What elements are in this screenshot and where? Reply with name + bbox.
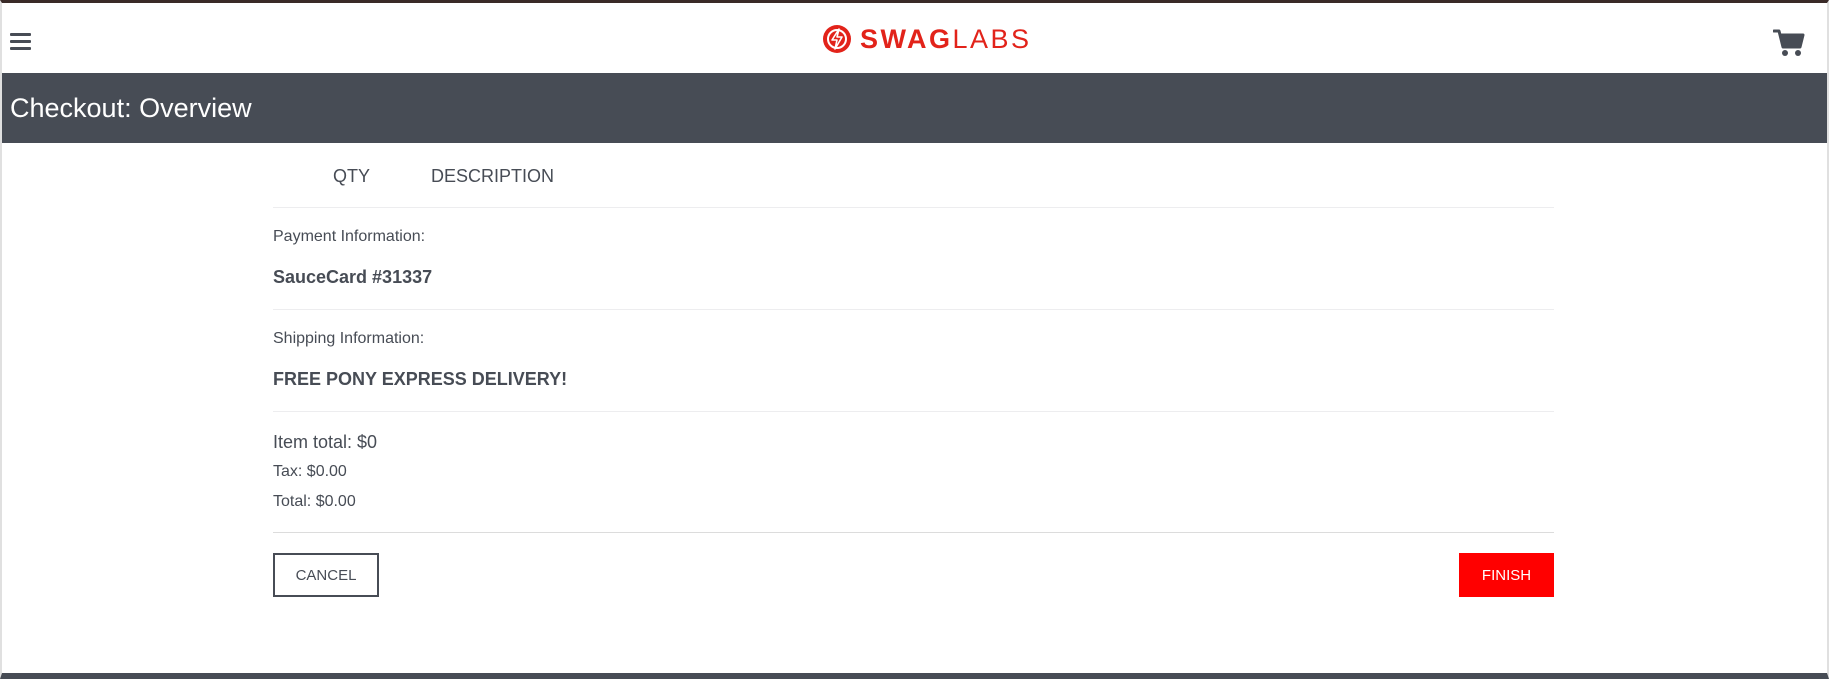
checkout-overview-page: SWAGLABS Checkout: Overview QTY DESCRIPT… <box>0 0 1829 679</box>
checkout-actions: CANCEL FINISH <box>273 533 1554 603</box>
payment-info-section: Payment Information: SauceCard #31337 <box>273 208 1554 310</box>
tax-label: Tax: $0.00 <box>273 463 347 480</box>
totals-section: Item total: $0 Tax: $0.00 Total: $0.00 <box>273 412 1554 533</box>
page-title: Checkout: Overview <box>10 92 252 123</box>
shopping-cart-icon-graphic <box>1772 29 1805 56</box>
item-total-label: Item total: $0 <box>273 432 378 452</box>
logo-text: SWAGLABS <box>860 24 1032 54</box>
shipping-info-value: FREE PONY EXPRESS DELIVERY! <box>273 369 568 389</box>
swaglabs-logo-icon <box>823 25 851 53</box>
description-column-label: DESCRIPTION <box>431 166 555 186</box>
hamburger-menu-icon[interactable] <box>10 33 34 53</box>
payment-info-value: SauceCard #31337 <box>273 267 433 287</box>
finish-button[interactable]: FINISH <box>1459 553 1554 597</box>
title-bar: Checkout: Overview <box>2 73 1827 143</box>
shipping-info-label: Shipping Information: <box>273 330 425 347</box>
cancel-button[interactable]: CANCEL <box>273 553 379 597</box>
shipping-info-section: Shipping Information: FREE PONY EXPRESS … <box>273 310 1554 412</box>
app-logo: SWAGLABS <box>822 24 1032 54</box>
shopping-cart-icon[interactable] <box>1772 28 1805 58</box>
logo-text-light: LABS <box>952 24 1032 54</box>
checkout-summary-container: QTY DESCRIPTION Payment Information: Sau… <box>273 146 1554 603</box>
logo-text-bold: SWAG <box>860 24 953 54</box>
qty-column-label: QTY <box>333 166 371 186</box>
total-label: Total: $0.00 <box>273 493 356 510</box>
cart-list-header: QTY DESCRIPTION <box>273 146 1554 208</box>
payment-info-label: Payment Information: <box>273 228 426 245</box>
header: SWAGLABS <box>2 3 1827 73</box>
